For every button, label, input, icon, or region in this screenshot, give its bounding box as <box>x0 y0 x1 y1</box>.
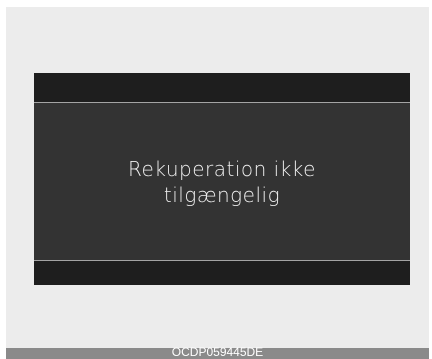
cluster-display: Rekuperation ikke tilgængelig <box>34 73 410 285</box>
warning-message-line-2: tilgængelig <box>163 183 281 207</box>
display-top-bar <box>34 73 410 103</box>
image-code-label: OCDP059445DE <box>171 345 264 359</box>
warning-message: Rekuperation ikke tilgængelig <box>34 156 410 208</box>
caption-bar: OCDP059445DE <box>6 345 429 359</box>
warning-message-line-1: Rekuperation ikke <box>128 157 316 181</box>
display-bottom-bar <box>34 260 410 285</box>
